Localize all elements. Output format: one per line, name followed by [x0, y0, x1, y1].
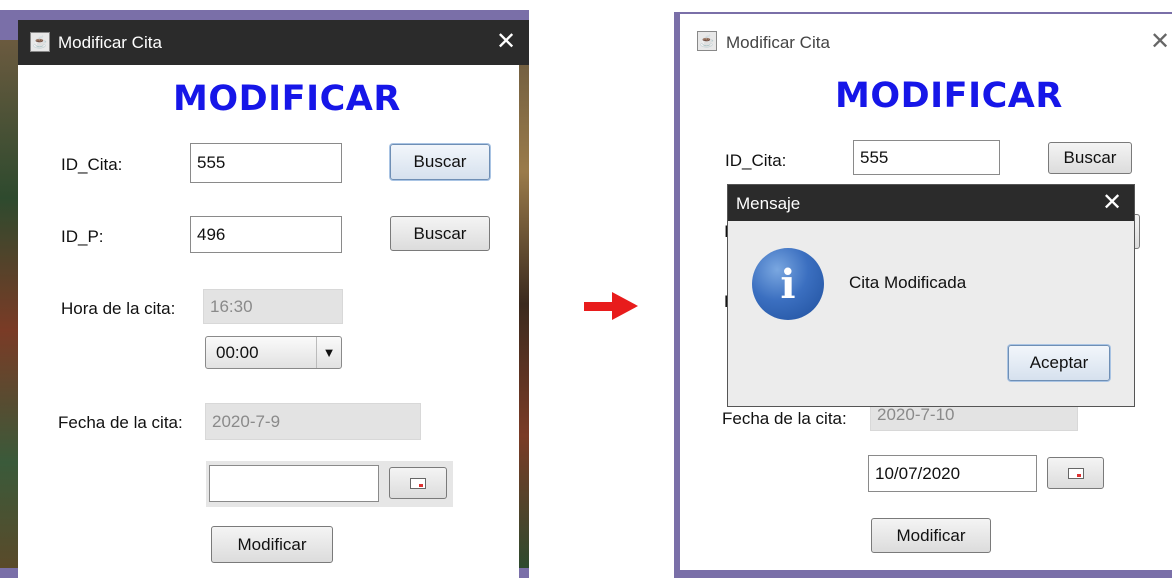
id-cita-label: ID_Cita:	[725, 151, 787, 170]
dialog-titlebar[interactable]: Mensaje ✕	[728, 185, 1134, 221]
id-cita-field[interactable]: 555	[853, 140, 1000, 175]
id-cita-label: ID_Cita:	[61, 155, 123, 174]
page-heading: MODIFICAR	[173, 79, 401, 119]
info-icon: i	[752, 248, 824, 320]
date-chooser	[206, 461, 453, 507]
date-input[interactable]: 10/07/2020	[868, 455, 1037, 492]
left-window-content: MODIFICAR ID_Cita: 555 Buscar ID_P: 496 …	[18, 65, 519, 578]
fecha-label: Fecha de la cita:	[722, 409, 847, 428]
modificar-button[interactable]: Modificar	[211, 526, 333, 563]
id-p-field[interactable]: 496	[190, 216, 342, 253]
java-cup-icon: ☕	[30, 32, 50, 52]
calendar-button[interactable]	[389, 467, 447, 499]
id-cita-field[interactable]: 555	[190, 143, 342, 183]
buscar-paciente-button[interactable]: Buscar	[390, 216, 490, 251]
hora-label: Hora de la cita:	[61, 299, 176, 318]
close-icon[interactable]: ✕	[496, 30, 516, 54]
close-icon[interactable]: ✕	[1102, 191, 1122, 215]
aceptar-button[interactable]: Aceptar	[1008, 345, 1110, 381]
page-heading: MODIFICAR	[835, 76, 1063, 116]
dialog-message: Cita Modificada	[849, 273, 967, 292]
triangle-down-icon[interactable]: ▼	[316, 337, 341, 368]
fecha-label: Fecha de la cita:	[58, 413, 183, 432]
dialog-title: Mensaje	[736, 194, 801, 213]
modificar-button[interactable]: Modificar	[871, 518, 991, 553]
buscar-cita-button[interactable]: Buscar	[1048, 142, 1132, 174]
calendar-button[interactable]	[1047, 457, 1104, 489]
hora-select-value: 00:00	[216, 343, 259, 362]
java-cup-icon: ☕	[697, 31, 717, 51]
fecha-field: 2020-7-9	[205, 403, 421, 440]
hora-select[interactable]: 00:00 ▼	[205, 336, 342, 369]
hora-field: 16:30	[203, 289, 343, 324]
calendar-icon	[410, 477, 426, 489]
arrow-right-icon	[584, 292, 638, 320]
window-title: Modificar Cita	[58, 33, 162, 52]
dialog-body: i Cita Modificada Aceptar	[728, 221, 1134, 406]
id-p-label: ID_P:	[61, 227, 104, 246]
left-window-titlebar[interactable]: ☕ Modificar Cita ✕	[18, 20, 529, 65]
buscar-cita-button[interactable]: Buscar	[390, 144, 490, 180]
date-input[interactable]	[209, 465, 379, 502]
message-dialog: Mensaje ✕ i Cita Modificada Aceptar	[727, 184, 1135, 407]
calendar-icon	[1067, 467, 1084, 479]
window-title: Modificar Cita	[726, 33, 830, 52]
close-icon[interactable]: ✕	[1150, 30, 1170, 54]
